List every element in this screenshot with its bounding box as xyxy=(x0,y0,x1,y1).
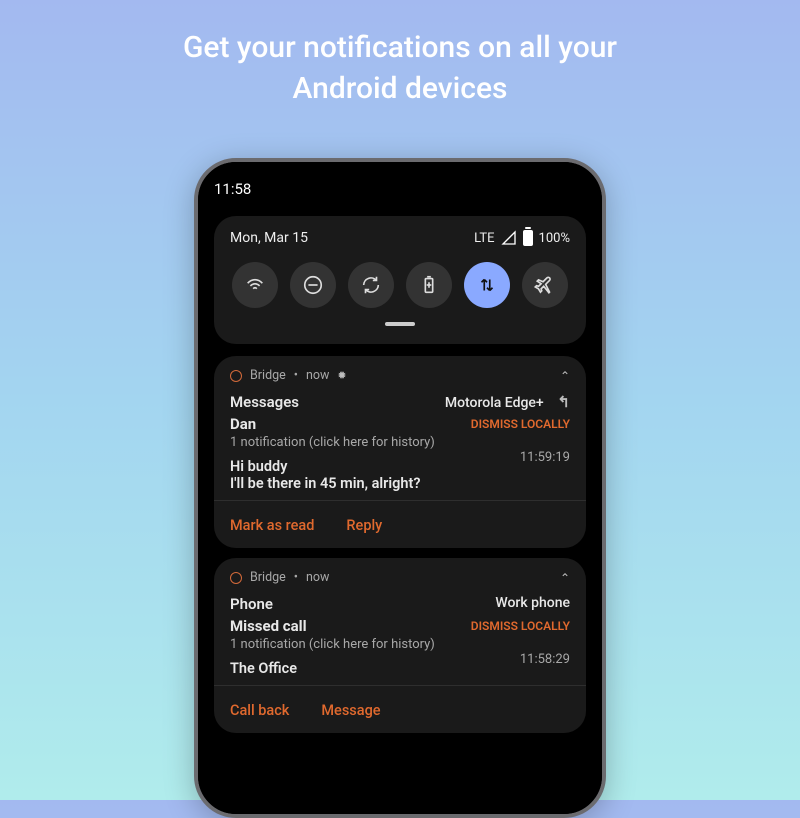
notification-when: now xyxy=(306,570,329,585)
qs-tile-battery-saver[interactable] xyxy=(406,262,452,308)
separator-dot: • xyxy=(294,368,298,383)
dismiss-locally-button[interactable]: DISMISS LOCALLY xyxy=(471,417,570,431)
app-name: Bridge xyxy=(250,570,286,585)
source-device: Motorola Edge+ xyxy=(445,395,544,411)
notification-category: Messages xyxy=(230,393,299,411)
separator-dot: • xyxy=(294,570,298,585)
notification-subtext[interactable]: 1 notification (click here for history) xyxy=(230,637,570,652)
quick-settings-row xyxy=(230,262,570,308)
message-line1: The Office xyxy=(230,660,297,677)
message-line1: Hi buddy xyxy=(230,458,421,475)
statusbar-date: Mon, Mar 15 xyxy=(230,230,308,246)
qs-tile-wifi[interactable] xyxy=(232,262,278,308)
notification-card[interactable]: Bridge • now ⌃ Phone Work phone Missed c… xyxy=(214,558,586,733)
qs-tile-dnd[interactable] xyxy=(290,262,336,308)
reply-icon[interactable]: ↰ xyxy=(557,393,570,411)
notification-timestamp: 11:59:19 xyxy=(520,450,570,465)
battery-icon xyxy=(523,230,533,246)
signal-icon xyxy=(501,230,517,246)
collapse-chevron-icon[interactable]: ⌃ xyxy=(560,369,570,383)
divider xyxy=(214,685,586,686)
qs-tile-rotate[interactable] xyxy=(348,262,394,308)
app-icon xyxy=(230,370,242,382)
message-line2: I'll be there in 45 min, alright? xyxy=(230,475,421,492)
source-device: Work phone xyxy=(495,595,570,611)
notification-when: now xyxy=(306,368,329,383)
notification-timestamp: 11:58:29 xyxy=(520,652,570,667)
action-reply[interactable]: Reply xyxy=(346,517,382,534)
app-icon xyxy=(230,572,242,584)
quick-settings-panel: Mon, Mar 15 LTE 100% xyxy=(214,216,586,344)
airplane-icon xyxy=(534,274,556,296)
rotate-icon xyxy=(360,274,382,296)
notification-subtext[interactable]: 1 notification (click here for history) xyxy=(230,435,570,450)
headline-line2: Android devices xyxy=(293,71,508,106)
phone-screen: 11:58 Mon, Mar 15 LTE 100% xyxy=(198,162,602,814)
statusbar-clock: 11:58 xyxy=(214,180,586,198)
action-message[interactable]: Message xyxy=(321,702,380,719)
action-call-back[interactable]: Call back xyxy=(230,702,289,719)
status-indicators: LTE 100% xyxy=(474,230,570,246)
phone-frame: 11:58 Mon, Mar 15 LTE 100% xyxy=(194,158,606,818)
notification-card[interactable]: Bridge • now ✹ ⌃ Messages Motorola Edge+… xyxy=(214,356,586,548)
notification-sender: Dan xyxy=(230,415,256,433)
divider xyxy=(214,500,586,501)
action-mark-as-read[interactable]: Mark as read xyxy=(230,517,314,534)
dismiss-locally-button[interactable]: DISMISS LOCALLY xyxy=(471,619,570,633)
battery-pct: 100% xyxy=(539,231,570,246)
collapse-chevron-icon[interactable]: ⌃ xyxy=(560,571,570,585)
promo-headline: Get your notifications on all your Andro… xyxy=(0,0,800,109)
dnd-icon xyxy=(302,274,324,296)
mobile-data-icon xyxy=(476,274,498,296)
app-name: Bridge xyxy=(250,368,286,383)
debug-icon: ✹ xyxy=(337,369,346,382)
headline-line1: Get your notifications on all your xyxy=(183,30,617,65)
qs-tile-mobile-data[interactable] xyxy=(464,262,510,308)
qs-drag-handle[interactable] xyxy=(385,322,415,326)
notification-category: Phone xyxy=(230,595,273,613)
notification-sender: Missed call xyxy=(230,617,307,635)
qs-tile-airplane[interactable] xyxy=(522,262,568,308)
wifi-icon xyxy=(244,274,266,296)
lte-label: LTE xyxy=(474,231,494,246)
battery-saver-icon xyxy=(418,274,440,296)
